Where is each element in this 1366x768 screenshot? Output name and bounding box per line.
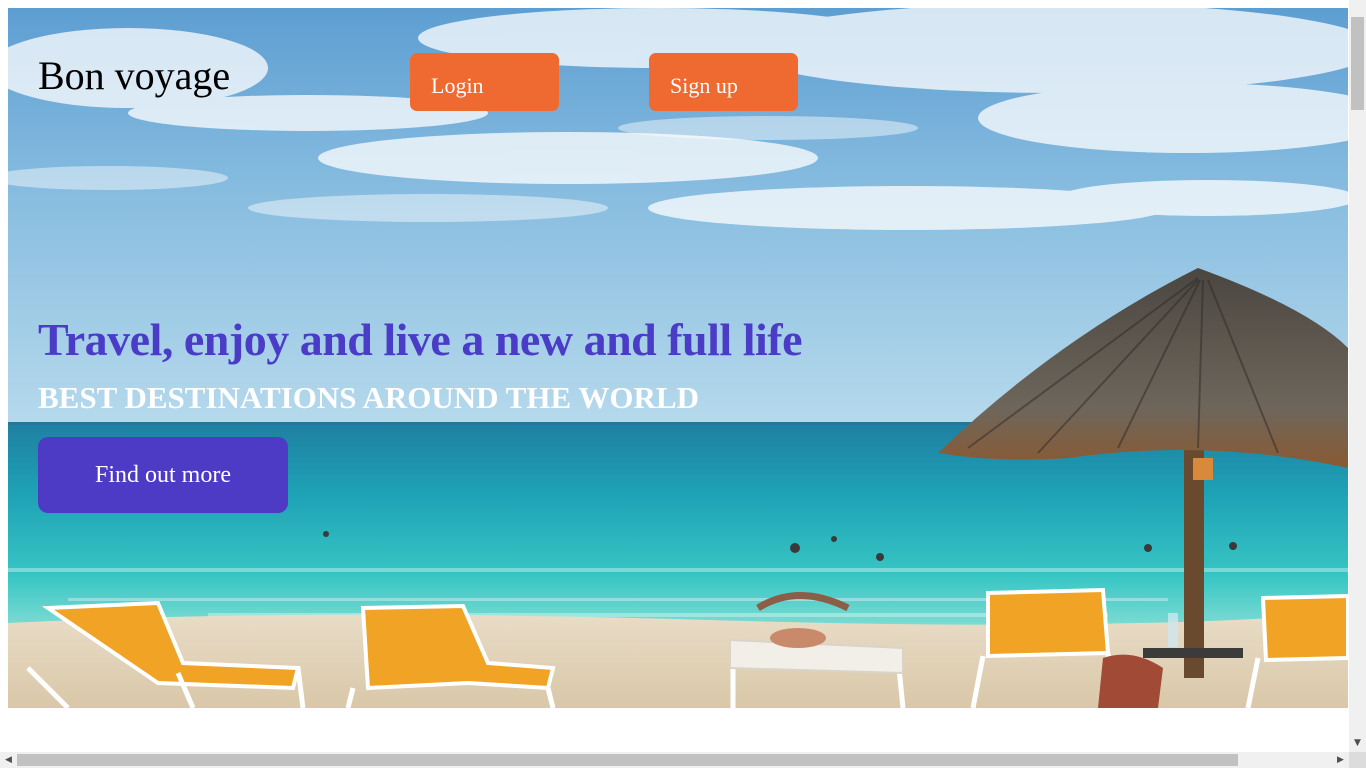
vertical-scrollbar-thumb[interactable]: [1351, 17, 1364, 110]
horizontal-scrollbar-thumb[interactable]: [17, 754, 1238, 766]
scroll-down-arrow-icon[interactable]: ▼: [1349, 735, 1366, 752]
find-out-more-button[interactable]: Find out more: [38, 437, 288, 513]
brand-logo-text[interactable]: Bon voyage: [38, 52, 230, 100]
hero-section: Bon voyage Login Sign up Travel, enjoy a…: [8, 8, 1348, 708]
scrollbar-corner: [1349, 752, 1366, 768]
login-button[interactable]: Login: [410, 53, 559, 111]
hero-headline: Travel, enjoy and live a new and full li…: [38, 314, 803, 365]
scroll-right-arrow-icon[interactable]: ▶: [1332, 752, 1349, 768]
signup-button[interactable]: Sign up: [649, 53, 798, 111]
vertical-scrollbar[interactable]: ▼: [1349, 0, 1366, 752]
hero-subheadline: BEST DESTINATIONS AROUND THE WORLD: [38, 380, 699, 415]
scroll-left-arrow-icon[interactable]: ◀: [0, 752, 17, 768]
horizontal-scrollbar[interactable]: ◀ ▶: [0, 752, 1349, 768]
